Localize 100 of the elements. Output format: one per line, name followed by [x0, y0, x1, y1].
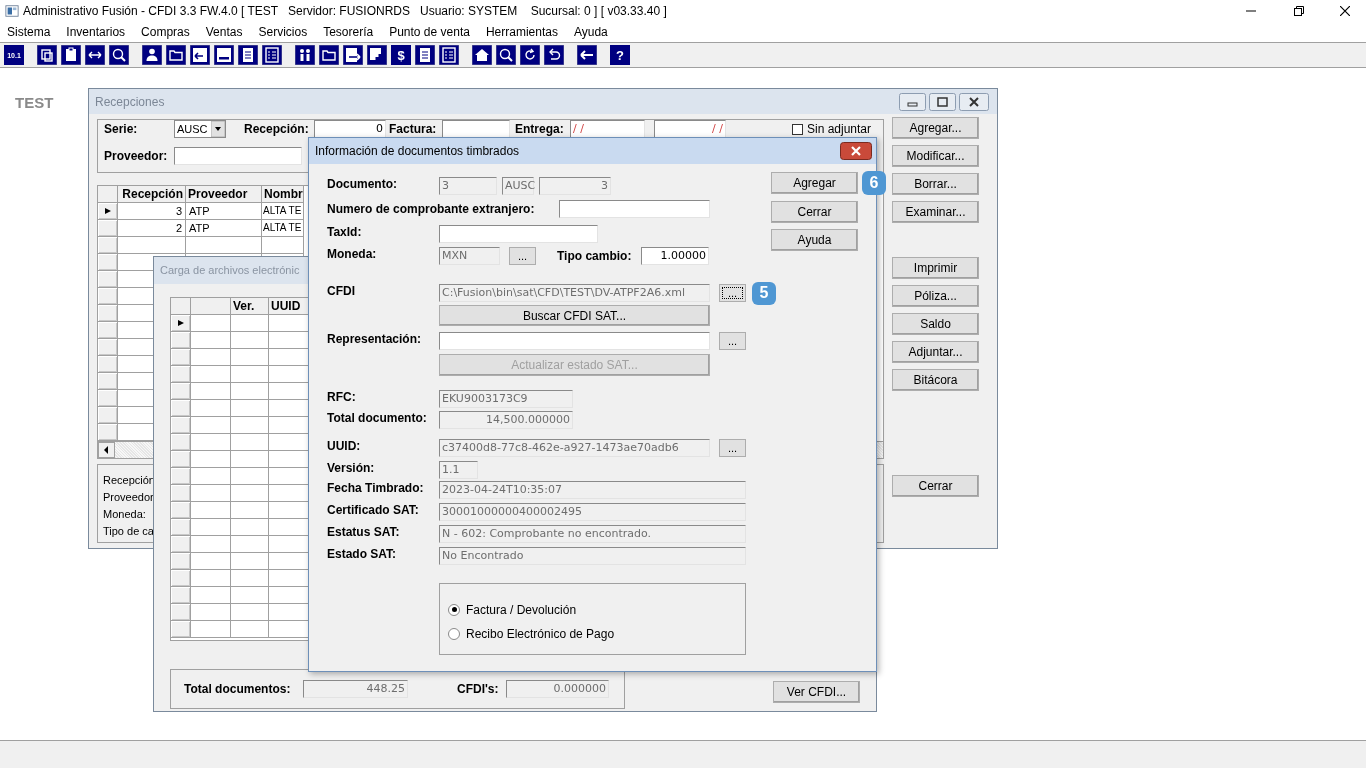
menu-item[interactable]: Punto de venta: [389, 23, 470, 41]
window-button[interactable]: Borrar...: [892, 173, 979, 195]
field-label: RFC:: [327, 390, 357, 404]
window-button[interactable]: Examinar...: [892, 201, 979, 223]
dollar-button[interactable]: $: [391, 45, 411, 65]
person-icon[interactable]: [142, 45, 162, 65]
window-title: Recepciones: [95, 93, 165, 111]
search-cfdi-button[interactable]: Buscar CFDI SAT...: [439, 305, 710, 326]
field-label: Estado SAT:: [327, 547, 398, 561]
date-field[interactable]: / /: [654, 120, 726, 138]
window-button[interactable]: Modificar...: [892, 145, 979, 167]
close-icon[interactable]: [959, 92, 989, 111]
field-label: CFDI's:: [457, 681, 500, 698]
folder-icon[interactable]: [166, 45, 186, 65]
window-button[interactable]: Cerrar: [892, 475, 979, 497]
row-pointer-icon: [103, 207, 112, 215]
browse-button[interactable]: ...: [719, 284, 746, 302]
undo-icon[interactable]: [544, 45, 564, 65]
menu-item[interactable]: Sistema: [7, 23, 51, 41]
input-field[interactable]: [439, 332, 710, 350]
restore-icon[interactable]: [1294, 6, 1304, 16]
window-button[interactable]: Agregar...: [892, 117, 979, 139]
minimize-icon[interactable]: [899, 92, 926, 111]
serie-dropdown[interactable]: AUSC: [174, 120, 226, 138]
field-label: Tipo cambio:: [557, 248, 633, 265]
browse-button[interactable]: ...: [719, 439, 746, 457]
dialog-button[interactable]: Ayuda: [771, 229, 858, 251]
search-icon[interactable]: [496, 45, 516, 65]
cfdi-total-field[interactable]: 0.000000: [506, 680, 609, 698]
proveedor-field[interactable]: [174, 147, 302, 165]
document-icon[interactable]: [238, 45, 258, 65]
window-button[interactable]: Bitácora: [892, 369, 979, 391]
maximize-icon[interactable]: [929, 92, 956, 111]
close-icon[interactable]: [840, 142, 872, 160]
info-label: Moneda:: [103, 507, 146, 522]
folder-icon[interactable]: [319, 45, 339, 65]
table-cell: [118, 237, 186, 254]
checkbox[interactable]: [792, 123, 803, 135]
dialog-button[interactable]: Cerrar: [771, 201, 858, 223]
help-button[interactable]: ?: [610, 45, 630, 65]
date-field[interactable]: / /: [570, 120, 645, 138]
refresh-icon[interactable]: [520, 45, 540, 65]
input-field[interactable]: [439, 225, 598, 243]
document-arrow-icon[interactable]: [190, 45, 210, 65]
menu-item[interactable]: Inventarios: [66, 23, 126, 41]
clipboard-icon[interactable]: [61, 45, 81, 65]
table-cell: [191, 400, 231, 417]
window-button[interactable]: Adjuntar...: [892, 341, 979, 363]
menu-item[interactable]: Compras: [141, 23, 190, 41]
list-icon[interactable]: [439, 45, 459, 65]
input-field[interactable]: 1.00000: [641, 247, 709, 265]
menu-item[interactable]: Servicios: [258, 23, 308, 41]
table-cell: [191, 553, 231, 570]
radio-button[interactable]: [448, 627, 460, 640]
dropdown-arrow-icon[interactable]: [211, 121, 225, 137]
browse-button[interactable]: ...: [719, 332, 746, 350]
menu-item[interactable]: Ventas: [205, 23, 243, 41]
window-button[interactable]: Saldo: [892, 313, 979, 335]
table-cell: [191, 570, 231, 587]
field-label: Certificado SAT:: [327, 503, 420, 517]
copy-icon[interactable]: [37, 45, 57, 65]
window-button[interactable]: Póliza...: [892, 285, 979, 307]
field-label: Moneda:: [327, 247, 378, 261]
row-header[interactable]: [98, 203, 118, 220]
browse-button[interactable]: ...: [509, 247, 536, 265]
search-icon[interactable]: [109, 45, 129, 65]
menu-item[interactable]: Ayuda: [573, 23, 608, 41]
table-cell: [191, 451, 231, 468]
column-header[interactable]: Recepción: [118, 186, 186, 203]
row-header[interactable]: [171, 315, 191, 332]
field-label: Entrega:: [515, 121, 565, 138]
list-icon[interactable]: [262, 45, 282, 65]
field-label: Total documento:: [327, 411, 428, 425]
dialog-button[interactable]: Agregar: [771, 172, 858, 194]
factura-field[interactable]: [442, 120, 510, 138]
document-minus-icon[interactable]: [214, 45, 234, 65]
radio-button[interactable]: [448, 603, 460, 616]
ver-cfdi-button[interactable]: Ver CFDI...: [773, 681, 860, 703]
table-cell: [191, 485, 231, 502]
table-cell: ATP: [186, 203, 262, 220]
table-cell: [191, 417, 231, 434]
swap-arrows-icon[interactable]: [85, 45, 105, 65]
close-icon[interactable]: [1340, 6, 1350, 16]
people-icon[interactable]: [295, 45, 315, 65]
column-header[interactable]: Proveedor: [186, 186, 262, 203]
input-field[interactable]: [559, 200, 710, 218]
table-cell: [191, 468, 231, 485]
menu-item[interactable]: Tesorería: [323, 23, 374, 41]
table-cell: 3: [118, 203, 186, 220]
scroll-left-icon[interactable]: [98, 442, 115, 458]
column-header[interactable]: Ver.: [231, 298, 269, 315]
home-icon[interactable]: [472, 45, 492, 65]
total-field[interactable]: 448.25: [303, 680, 408, 698]
column-header[interactable]: Nombr: [262, 186, 304, 203]
menu-item[interactable]: Herramientas: [485, 23, 558, 41]
document-arrow-icon[interactable]: [343, 45, 363, 65]
document-icon[interactable]: [415, 45, 435, 65]
left-arrow-icon[interactable]: [577, 45, 597, 65]
window-button[interactable]: Imprimir: [892, 257, 979, 279]
recepcion-field[interactable]: 0: [314, 120, 386, 138]
